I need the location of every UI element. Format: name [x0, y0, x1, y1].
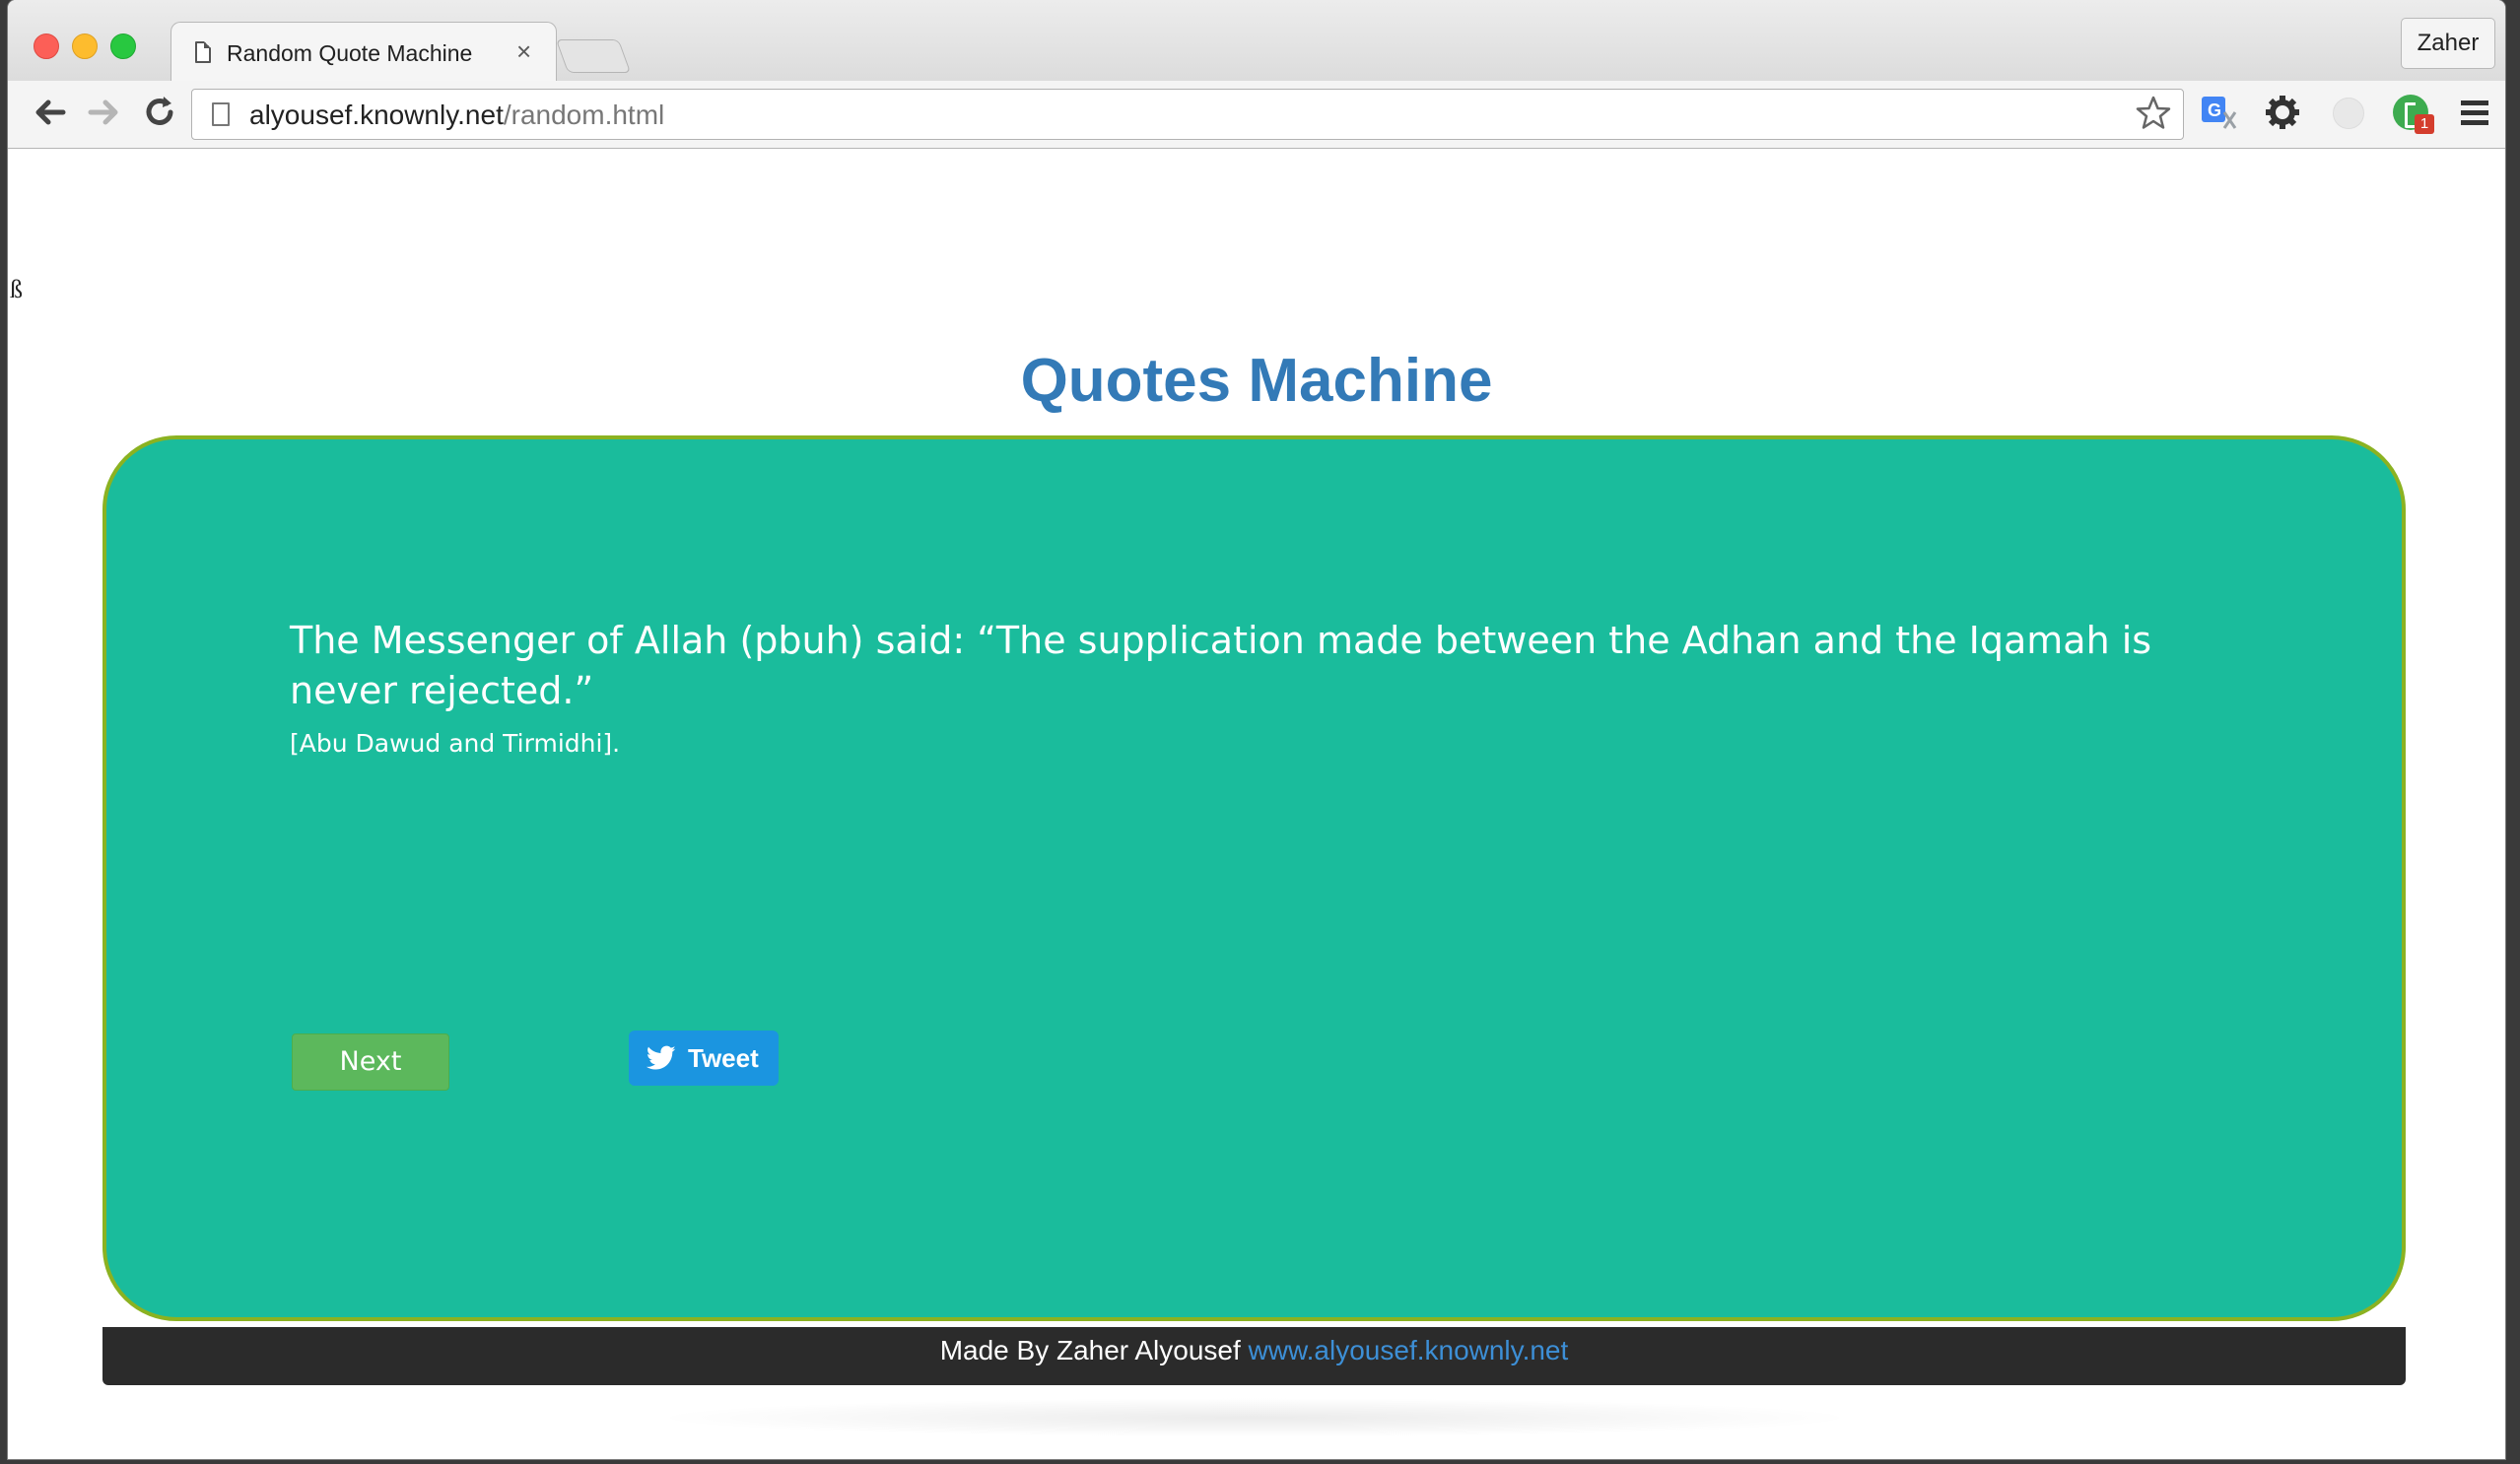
browser-window: Random Quote Machine × Zaher alyousef.kn… [8, 0, 2505, 1459]
gear-icon[interactable] [2263, 93, 2302, 132]
page-content: ß Quotes Machine The Messenger of Allah … [8, 149, 2505, 1459]
page-icon [212, 102, 230, 126]
page-icon [195, 41, 211, 63]
next-quote-button[interactable]: Next [292, 1033, 449, 1091]
tab-title: Random Quote Machine [227, 40, 473, 66]
new-tab-button[interactable] [555, 39, 632, 73]
extension-badge: 1 [2415, 114, 2434, 134]
url-text[interactable]: alyousef.knownly.net/random.html [249, 100, 664, 131]
minimize-window-button[interactable] [72, 33, 98, 59]
svg-text:G: G [2208, 100, 2221, 120]
tweet-label: Tweet [688, 1043, 759, 1073]
page-shadow [648, 1398, 1861, 1437]
address-bar[interactable]: alyousef.knownly.net/random.html [191, 89, 2184, 140]
browser-toolbar: alyousef.knownly.net/random.html G 1 [8, 81, 2505, 149]
page-title: Quotes Machine [1020, 347, 1493, 415]
footer: Made By Zaher Alyousef www.alyousef.know… [102, 1327, 2406, 1385]
stray-character: ß [10, 275, 23, 303]
back-arrow-icon[interactable] [30, 93, 69, 132]
bookmark-star-icon[interactable] [2134, 94, 2173, 143]
tab-close-icon[interactable]: × [516, 36, 531, 67]
tweet-button[interactable]: Tweet [629, 1031, 779, 1086]
green-extension-icon[interactable]: 1 [2391, 93, 2434, 134]
tab-strip: Random Quote Machine × Zaher [8, 0, 2505, 82]
twitter-bird-icon [647, 1045, 676, 1070]
forward-arrow-icon[interactable] [85, 93, 124, 132]
translate-icon[interactable]: G [2199, 93, 2238, 132]
zoom-window-button[interactable] [110, 33, 136, 59]
close-window-button[interactable] [34, 33, 59, 59]
menu-icon[interactable] [2455, 93, 2494, 132]
reload-icon[interactable] [140, 93, 179, 132]
footer-link[interactable]: www.alyousef.knownly.net [1249, 1335, 1569, 1365]
quote-source: [Abu Dawud and Tirmidhi]. [290, 729, 621, 758]
footer-text: Made By Zaher Alyousef [939, 1335, 1249, 1365]
quote-text: The Messenger of Allah (pbuh) said: “The… [290, 619, 2152, 712]
ghost-extension-icon[interactable] [2328, 93, 2367, 132]
tab-random-quote-machine[interactable]: Random Quote Machine × [170, 22, 557, 82]
quote-card: The Messenger of Allah (pbuh) said: “The… [102, 435, 2406, 1321]
profile-button[interactable]: Zaher [2401, 18, 2495, 69]
